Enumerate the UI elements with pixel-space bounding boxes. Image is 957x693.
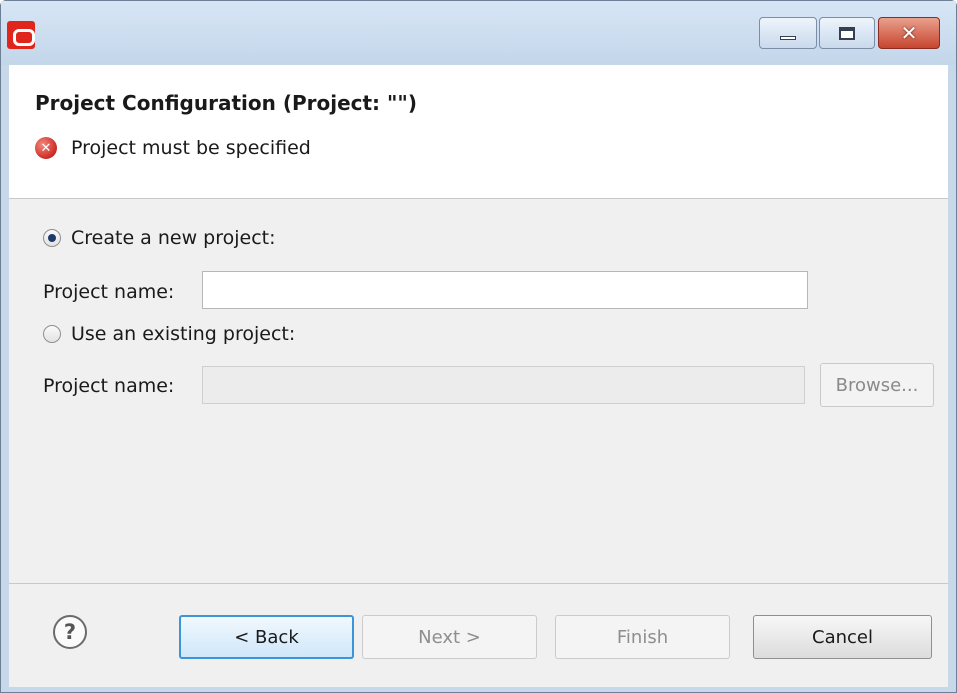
next-button[interactable]: Next > [362,615,537,659]
help-icon[interactable]: ? [53,615,87,649]
close-icon: ✕ [900,21,918,45]
error-icon-glyph: ✕ [40,140,52,156]
minimize-button[interactable] [759,17,817,49]
browse-button[interactable]: Browse... [820,363,934,407]
error-message: Project must be specified [71,137,311,159]
create-new-project-option[interactable]: Create a new project: [43,227,276,249]
use-existing-project-option[interactable]: Use an existing project: [43,323,295,345]
page-title: Project Configuration (Project: "") [35,91,417,115]
back-button[interactable]: < Back [179,615,354,659]
wizard-footer: ? < Back Next > Finish Cancel [9,583,948,687]
error-message-row: ✕ Project must be specified [35,137,311,159]
new-project-name-label: Project name: [43,281,175,303]
cancel-button[interactable]: Cancel [753,615,932,659]
use-existing-project-label: Use an existing project: [71,323,296,345]
create-new-project-label: Create a new project: [71,227,276,249]
dialog-window: ✕ Project Configuration (Project: "") ✕ … [0,0,957,693]
oracle-logo-icon [7,21,35,49]
existing-project-name-label: Project name: [43,375,175,397]
finish-button[interactable]: Finish [555,615,730,659]
close-button[interactable]: ✕ [878,17,940,49]
use-existing-project-radio[interactable] [43,325,61,343]
new-project-name-input[interactable] [202,271,808,309]
maximize-icon [839,26,855,40]
title-bar[interactable]: ✕ [1,1,956,65]
existing-project-name-input[interactable] [202,366,805,404]
project-form: Create a new project: Project name: Use … [9,199,948,583]
wizard-header: Project Configuration (Project: "") ✕ Pr… [9,65,948,199]
minimize-icon [780,36,796,40]
create-new-project-radio[interactable] [43,229,61,247]
error-icon: ✕ [35,137,57,159]
dialog-content: Project Configuration (Project: "") ✕ Pr… [9,65,948,687]
maximize-button[interactable] [819,17,875,49]
